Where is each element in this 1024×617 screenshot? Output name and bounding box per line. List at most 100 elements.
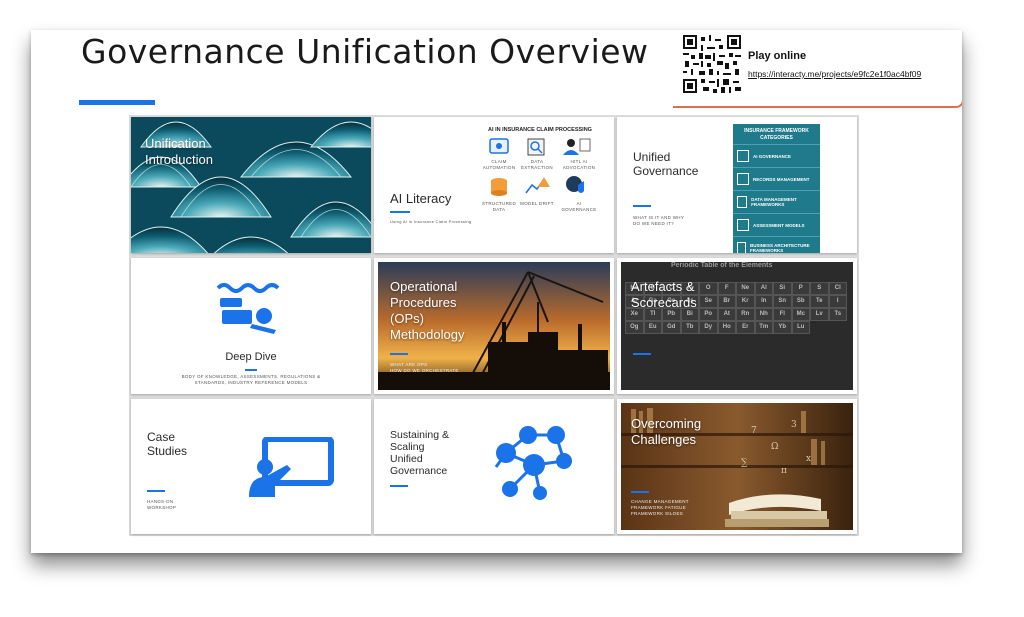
list-item: DATA MANAGEMENT FRAMEWORKS bbox=[733, 190, 820, 213]
tile-sustaining-scaling[interactable]: Sustaining & Scaling Unified Governance bbox=[374, 399, 614, 534]
tile-title: (OPs) bbox=[390, 311, 424, 326]
element-cell: Po bbox=[699, 308, 718, 321]
tile-unified-governance[interactable]: Unified Governance WHAT IS IT AND WHY DO… bbox=[617, 117, 857, 253]
element-cell: Er bbox=[736, 321, 755, 334]
model-drift-icon bbox=[525, 177, 550, 194]
tile-caption: FRAMEWORK SILOES bbox=[631, 511, 684, 516]
element-cell: Gd bbox=[662, 321, 681, 334]
tile-title: Studies bbox=[147, 444, 188, 458]
tile-overcoming-challenges[interactable]: 7Ω3 ∑ x π Overcoming Challenges CHANGE MAN… bbox=[617, 399, 857, 534]
title-underline bbox=[390, 485, 408, 487]
element-cell: Cl bbox=[828, 282, 847, 295]
diver-icon bbox=[216, 283, 280, 334]
title-underline bbox=[147, 490, 165, 492]
diagram-label: MODEL DRIFT bbox=[520, 201, 554, 206]
checklist-icon bbox=[737, 219, 749, 231]
element-cell: Tb bbox=[680, 321, 699, 334]
title-underline bbox=[79, 100, 155, 105]
structured-data-icon bbox=[491, 178, 507, 196]
person-icon bbox=[737, 242, 747, 253]
diagram-label: HITL AI ADVOCATION bbox=[562, 159, 596, 170]
tile-title: Introduction bbox=[145, 152, 213, 167]
element-cell: Ts bbox=[828, 308, 847, 321]
diagram-label: AI GOVERNANCE bbox=[561, 201, 597, 212]
tile-title: Overcoming bbox=[631, 416, 702, 431]
tile-deep-dive[interactable]: Deep Dive BODY OF KNOWLEDGE, ASSESSMENTS… bbox=[131, 258, 371, 394]
element-cell: Sn bbox=[773, 295, 792, 308]
tile-operational-procedures[interactable]: Operational Procedures (OPs) Methodology… bbox=[374, 258, 614, 394]
tile-title: Unified bbox=[390, 453, 423, 465]
element-cell: Lu bbox=[791, 321, 810, 334]
svg-text:3: 3 bbox=[791, 420, 797, 430]
list-item: AI GOVERNANCE bbox=[733, 144, 820, 167]
ai-governance-icon bbox=[566, 176, 584, 193]
diagram-label: STRUCTURED DATA bbox=[482, 201, 516, 212]
element-cell: Te bbox=[810, 295, 829, 308]
svg-text:Ω: Ω bbox=[771, 442, 778, 452]
play-online-card: Play online https://interacty.me/project… bbox=[673, 30, 962, 108]
tile-title: Sustaining & bbox=[390, 429, 449, 441]
element-cell: Fl bbox=[773, 308, 792, 321]
tile-subtitle: Using AI in Insurance Claim Processing bbox=[390, 219, 472, 224]
svg-text:∑: ∑ bbox=[741, 458, 748, 468]
title-underline bbox=[633, 353, 651, 355]
tile-title: Methodology bbox=[390, 327, 465, 342]
tile-artefacts-scorecards[interactable]: Periodic Table of the Elements He B C N O F Ne… bbox=[617, 258, 857, 394]
panel-title: INSURANCE FRAMEWORK CATEGORIES bbox=[744, 128, 809, 141]
svg-text:π: π bbox=[781, 466, 787, 476]
tile-title: Deep Dive bbox=[225, 351, 277, 363]
play-online-label: Play online bbox=[748, 50, 807, 62]
element-cell: S bbox=[810, 282, 829, 295]
presentation-icon bbox=[249, 437, 334, 497]
svg-text:x: x bbox=[806, 454, 811, 464]
element-cell: Se bbox=[699, 295, 718, 308]
tile-title: Case bbox=[147, 430, 176, 444]
qr-code-icon bbox=[683, 35, 741, 93]
element-cell: I bbox=[828, 295, 847, 308]
element-cell: Br bbox=[717, 295, 736, 308]
ai-diagram: AI IN INSURANCE CLAIM PROCESSING CLAIM A… bbox=[474, 123, 606, 223]
element-cell: Mc bbox=[791, 308, 810, 321]
tile-title: Governance bbox=[633, 164, 699, 178]
tile-unification-introduction[interactable]: Unification Introduction bbox=[131, 117, 371, 253]
network-people-icon bbox=[494, 426, 572, 500]
list-item: ASSESSMENT MODELS bbox=[733, 213, 820, 236]
tile-title: Artefacts & bbox=[631, 279, 695, 294]
element-cell: Ne bbox=[736, 282, 755, 295]
element-cell: Si bbox=[773, 282, 792, 295]
database-icon bbox=[737, 196, 748, 208]
element-cell: In bbox=[754, 295, 773, 308]
element-cell: Dy bbox=[699, 321, 718, 334]
tile-title: Scaling bbox=[390, 441, 425, 453]
tile-title: Governance bbox=[390, 465, 448, 477]
svg-text:7: 7 bbox=[751, 426, 757, 436]
element-cell: Sb bbox=[791, 295, 810, 308]
element-cell: Lv bbox=[810, 308, 829, 321]
list-item: RECORDS MANAGEMENT bbox=[733, 167, 820, 190]
tile-title: AI Literacy bbox=[390, 191, 452, 206]
element-cell: O bbox=[699, 282, 718, 295]
tile-caption: STANDARDS, INDUSTRY REFERENCE MODELS bbox=[194, 380, 308, 385]
tile-case-studies[interactable]: Case Studies HANDS-ON WORKSHOP bbox=[131, 399, 371, 534]
element-cell: Og bbox=[625, 321, 644, 334]
tile-caption: HOW DO WE ORCHESTRATE bbox=[390, 368, 459, 373]
element-cell: F bbox=[717, 282, 736, 295]
folder-icon bbox=[737, 173, 749, 185]
claim-automation-icon bbox=[489, 138, 509, 154]
tile-title: Operational bbox=[390, 279, 458, 294]
element-cell: Nh bbox=[754, 308, 773, 321]
element-cell: Tm bbox=[754, 321, 773, 334]
element-cell: At bbox=[717, 308, 736, 321]
title-underline bbox=[390, 211, 410, 213]
element-cell: Kr bbox=[736, 295, 755, 308]
element-cell: Ho bbox=[717, 321, 736, 334]
play-online-link[interactable]: https://interacty.me/projects/e9fc2e1f0a… bbox=[748, 69, 921, 79]
diagram-label: CLAIM AUTOMATION bbox=[482, 159, 516, 170]
page-title: Governance Unification Overview bbox=[81, 32, 649, 71]
element-cell: Eu bbox=[643, 321, 662, 334]
tile-grid: Unification Introduction AI Literacy Usi… bbox=[129, 115, 859, 536]
tile-ai-literacy[interactable]: AI Literacy Using AI in Insurance Claim … bbox=[374, 117, 614, 253]
title-underline bbox=[631, 491, 649, 493]
title-underline bbox=[390, 353, 408, 355]
tile-title: Unification bbox=[145, 136, 206, 151]
